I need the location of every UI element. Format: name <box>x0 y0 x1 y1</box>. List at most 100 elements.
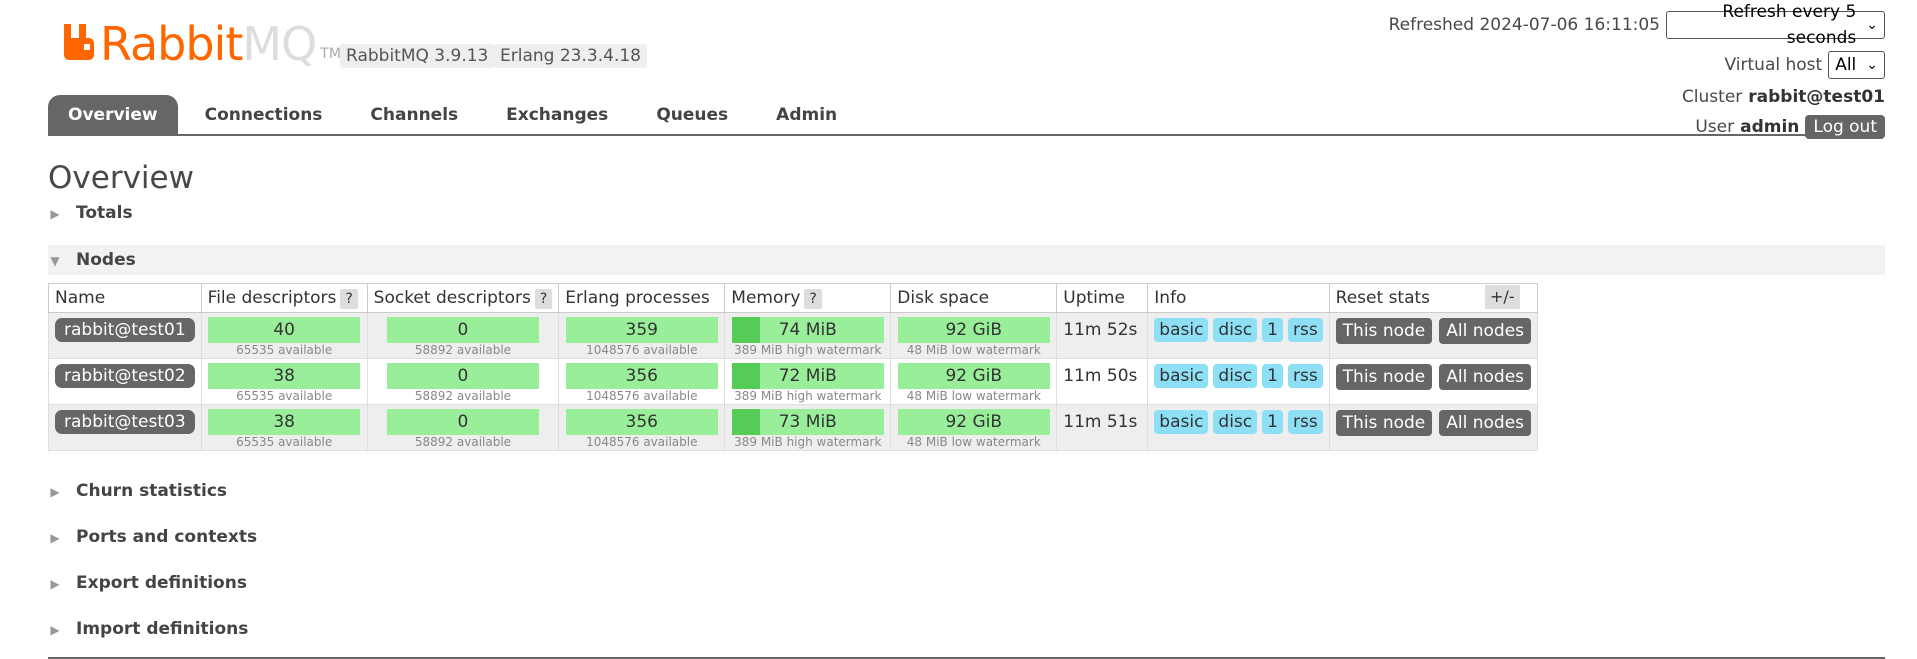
disk-cell: 92 GiB 48 MiB low watermark <box>890 358 1058 405</box>
col-uptime: Uptime <box>1056 283 1149 313</box>
section-nodes-toggle[interactable]: ▼ Nodes <box>48 246 136 274</box>
fd-cell: 38 65535 available <box>200 358 368 405</box>
section-nodes-label: Nodes <box>76 250 136 270</box>
node-link[interactable]: rabbit@test03 <box>55 410 195 434</box>
tab-exchanges[interactable]: Exchanges <box>485 95 629 135</box>
memory-cell: 73 MiB 389 MiB high watermark <box>724 404 892 451</box>
cluster-name: rabbit@test01 <box>1748 87 1885 107</box>
tab-channels[interactable]: Channels <box>349 95 479 135</box>
section-import-toggle[interactable]: ▶ Import definitions <box>48 615 248 643</box>
info-badge: disc <box>1213 318 1258 342</box>
reset-all-nodes-button[interactable]: All nodes <box>1439 318 1532 344</box>
section-ports-toggle[interactable]: ▶ Ports and contexts <box>48 523 257 551</box>
ep-bar: 359 <box>565 317 718 343</box>
rabbitmq-logo[interactable]: RabbitMQ TM <box>62 17 341 71</box>
user-label: User <box>1695 117 1735 137</box>
uptime-value: 11m 51s <box>1063 412 1138 432</box>
fd-cell: 38 65535 available <box>200 404 368 451</box>
node-link[interactable]: rabbit@test01 <box>55 318 195 342</box>
memory-cell: 72 MiB 389 MiB high watermark <box>724 358 892 405</box>
ep-cell: 359 1048576 available <box>558 312 726 359</box>
reset-cell: This node All nodes <box>1328 358 1539 405</box>
memory-value: 74 MiB <box>778 320 837 340</box>
help-memory-button[interactable]: ? <box>804 288 822 309</box>
sd-available: 58892 available <box>414 435 512 449</box>
fd-bar: 38 <box>208 363 361 389</box>
ep-available: 1048576 available <box>586 343 698 357</box>
reset-all-nodes-button[interactable]: All nodes <box>1439 364 1532 390</box>
uptime-cell: 11m 51s <box>1056 404 1149 451</box>
refresh-interval-select[interactable]: Refresh every 5 seconds ⌄ <box>1666 2 1885 48</box>
toggle-columns-button[interactable]: +/- <box>1485 285 1520 309</box>
caret-right-icon: ▶ <box>50 485 60 499</box>
tab-connections[interactable]: Connections <box>184 95 344 135</box>
disk-bar: 92 GiB <box>897 317 1050 343</box>
sd-available: 58892 available <box>414 389 512 403</box>
logo-wordmark: RabbitMQ <box>100 17 317 71</box>
tab-queues[interactable]: Queues <box>635 95 749 135</box>
ep-available: 1048576 available <box>586 435 698 449</box>
virtual-host-select[interactable]: All ⌄ <box>1828 51 1885 79</box>
memory-bar: 73 MiB <box>731 409 884 435</box>
table-row: rabbit@test03 38 65535 available 0 58892 a… <box>48 404 1539 451</box>
section-export-label: Export definitions <box>76 573 247 593</box>
fd-cell: 40 65535 available <box>200 312 368 359</box>
disk-bar: 92 GiB <box>897 409 1050 435</box>
info-badge: rss <box>1287 318 1323 342</box>
disk-cell: 92 GiB 48 MiB low watermark <box>890 404 1058 451</box>
uptime-value: 11m 52s <box>1063 320 1138 340</box>
caret-right-icon: ▶ <box>50 207 60 221</box>
section-import-label: Import definitions <box>76 619 249 639</box>
nodes-table: Name File descriptors? Socket descriptor… <box>48 283 1539 451</box>
help-fd-button[interactable]: ? <box>340 288 358 309</box>
info-cell: basic disc 1 rss <box>1147 312 1330 359</box>
tab-admin[interactable]: Admin <box>755 95 858 135</box>
chevron-down-icon: ⌄ <box>1866 17 1878 33</box>
node-link[interactable]: rabbit@test02 <box>55 364 195 388</box>
virtual-host-label: Virtual host <box>1724 55 1823 75</box>
user-name: admin <box>1740 117 1800 137</box>
fd-bar: 40 <box>208 317 361 343</box>
help-sd-button[interactable]: ? <box>534 288 553 309</box>
section-export-toggle[interactable]: ▶ Export definitions <box>48 569 247 597</box>
memory-value: 72 MiB <box>778 366 837 386</box>
reset-this-node-button[interactable]: This node <box>1335 410 1433 436</box>
sd-bar: 0 <box>386 409 539 435</box>
col-memory: Memory? <box>724 283 892 313</box>
main-nav-tabs: Overview Connections Channels Exchanges … <box>48 95 864 135</box>
section-ports-label: Ports and contexts <box>76 527 258 547</box>
ep-bar: 356 <box>565 363 718 389</box>
col-file-descriptors-label: File descriptors <box>207 287 337 308</box>
logout-button[interactable]: Log out <box>1805 115 1885 139</box>
section-totals-toggle[interactable]: ▶ Totals <box>48 199 132 227</box>
reset-cell: This node All nodes <box>1328 312 1539 359</box>
info-badge: 1 <box>1262 364 1283 388</box>
info-badge: 1 <box>1262 410 1283 434</box>
col-disk-space: Disk space <box>890 283 1058 313</box>
ep-cell: 356 1048576 available <box>558 358 726 405</box>
uptime-cell: 11m 52s <box>1056 312 1149 359</box>
node-name-cell: rabbit@test03 <box>48 404 202 451</box>
tab-overview[interactable]: Overview <box>48 95 178 135</box>
logo-trademark: TM <box>320 46 341 62</box>
caret-right-icon: ▶ <box>50 577 60 591</box>
memory-bar: 72 MiB <box>731 363 884 389</box>
section-churn-toggle[interactable]: ▶ Churn statistics <box>48 477 227 505</box>
refreshed-timestamp: Refreshed 2024-07-06 16:11:05 <box>1388 15 1660 35</box>
reset-this-node-button[interactable]: This node <box>1335 318 1433 344</box>
info-badge: 1 <box>1262 318 1283 342</box>
rabbit-logo-icon <box>62 24 98 60</box>
info-badge: basic <box>1154 364 1209 388</box>
memory-watermark: 389 MiB high watermark <box>734 343 882 357</box>
ep-bar: 356 <box>565 409 718 435</box>
info-badge: rss <box>1287 410 1323 434</box>
info-badge: rss <box>1287 364 1323 388</box>
chevron-down-icon: ⌄ <box>1866 57 1878 73</box>
col-socket-descriptors-label: Socket descriptors <box>373 287 531 308</box>
info-badge: disc <box>1213 364 1258 388</box>
reset-this-node-button[interactable]: This node <box>1335 364 1433 390</box>
disk-cell: 92 GiB 48 MiB low watermark <box>890 312 1058 359</box>
memory-cell: 74 MiB 389 MiB high watermark <box>724 312 892 359</box>
fd-available: 65535 available <box>236 343 333 357</box>
reset-all-nodes-button[interactable]: All nodes <box>1439 410 1532 436</box>
